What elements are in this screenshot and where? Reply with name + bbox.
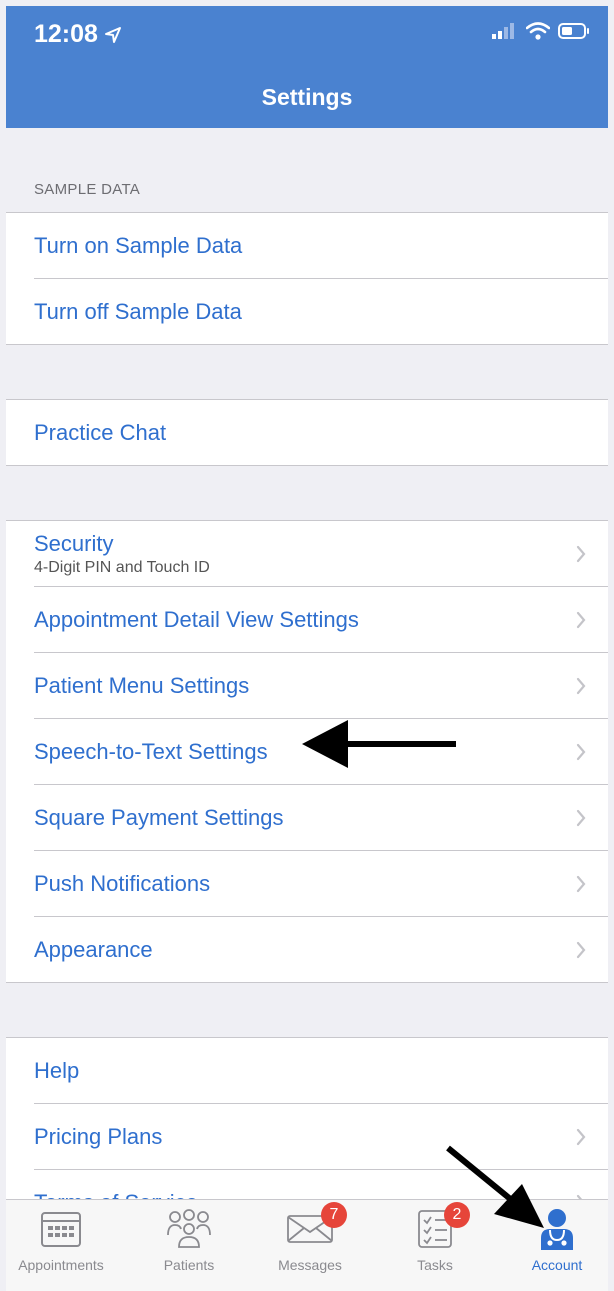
- row-label: Security: [34, 530, 114, 556]
- page-title: Settings: [261, 84, 353, 110]
- row-label: Square Payment Settings: [34, 804, 284, 830]
- chevron-right-icon: [576, 1128, 586, 1145]
- help-row[interactable]: Help: [34, 1038, 608, 1104]
- tab-tasks[interactable]: 2 Tasks: [380, 1202, 490, 1273]
- patient-menu-settings-row[interactable]: Patient Menu Settings: [34, 653, 608, 719]
- chevron-right-icon: [576, 941, 586, 958]
- section-header-sample-data: SAMPLE DATA: [34, 181, 141, 198]
- row-subtitle: 4-Digit PIN and Touch ID: [34, 558, 210, 576]
- tab-appointments[interactable]: Appointments: [6, 1208, 116, 1273]
- appearance-row[interactable]: Appearance: [34, 917, 608, 982]
- speech-to-text-settings-row[interactable]: Speech-to-Text Settings: [34, 719, 608, 785]
- calendar-icon: [41, 1212, 81, 1247]
- tab-label: Account: [531, 1257, 583, 1273]
- chevron-right-icon: [576, 743, 586, 760]
- tab-bar: Appointments Patients 7 Messages 2 Tasks…: [6, 1199, 608, 1291]
- row-label: Patient Menu Settings: [34, 672, 250, 698]
- tab-label: Patients: [163, 1257, 215, 1273]
- doctor-icon: [541, 1209, 573, 1250]
- turn-on-sample-data-row[interactable]: Turn on Sample Data: [34, 213, 608, 279]
- row-label: Pricing Plans: [34, 1123, 163, 1149]
- row-label: Appearance: [34, 936, 153, 962]
- messages-badge: 7: [321, 1202, 347, 1228]
- status-bar-indicators: [492, 22, 590, 40]
- tab-messages[interactable]: 7 Messages: [255, 1202, 365, 1273]
- group-sample-data: Turn on Sample Data Turn off Sample Data: [6, 212, 608, 345]
- appointment-detail-view-settings-row[interactable]: Appointment Detail View Settings: [34, 587, 608, 653]
- square-payment-settings-row[interactable]: Square Payment Settings: [34, 785, 608, 851]
- tab-label: Messages: [278, 1257, 342, 1273]
- tab-patients[interactable]: Patients: [134, 1208, 244, 1273]
- group-chat: Practice Chat: [6, 399, 608, 466]
- row-label: Turn on Sample Data: [34, 232, 243, 258]
- tab-label: Appointments: [18, 1257, 104, 1273]
- push-notifications-row[interactable]: Push Notifications: [34, 851, 608, 917]
- battery-icon: [558, 23, 589, 39]
- row-label: Appointment Detail View Settings: [34, 606, 359, 632]
- chevron-right-icon: [576, 545, 586, 562]
- tab-label: Tasks: [417, 1257, 453, 1273]
- row-label: Push Notifications: [34, 870, 211, 896]
- chevron-right-icon: [576, 809, 586, 826]
- tasks-badge: 2: [444, 1202, 470, 1228]
- settings-list: SAMPLE DATA Turn on Sample Data Turn off…: [6, 128, 608, 1236]
- location-arrow-icon: [104, 26, 121, 43]
- pricing-plans-row[interactable]: Pricing Plans: [34, 1104, 608, 1170]
- chevron-right-icon: [576, 611, 586, 628]
- tab-account[interactable]: Account: [502, 1208, 608, 1273]
- cellular-signal-icon: [492, 23, 514, 39]
- row-label: Practice Chat: [34, 419, 167, 445]
- practice-chat-row[interactable]: Practice Chat: [34, 400, 608, 465]
- settings-screen: 12:08 Settings SAMPLE DATA Turn on Sampl…: [6, 6, 608, 1291]
- security-row[interactable]: Security 4-Digit PIN and Touch ID: [34, 521, 608, 587]
- row-label: Help: [34, 1057, 80, 1083]
- chevron-right-icon: [576, 875, 586, 892]
- wifi-icon: [526, 22, 550, 40]
- nav-header: 12:08 Settings: [6, 6, 608, 128]
- turn-off-sample-data-row[interactable]: Turn off Sample Data: [34, 279, 608, 344]
- status-bar-time: 12:08: [34, 20, 122, 49]
- row-label: Speech-to-Text Settings: [34, 738, 268, 764]
- chevron-right-icon: [576, 677, 586, 694]
- group-settings: Security 4-Digit PIN and Touch ID Appoin…: [6, 520, 608, 983]
- row-label: Turn off Sample Data: [34, 298, 242, 324]
- people-icon: [167, 1209, 211, 1248]
